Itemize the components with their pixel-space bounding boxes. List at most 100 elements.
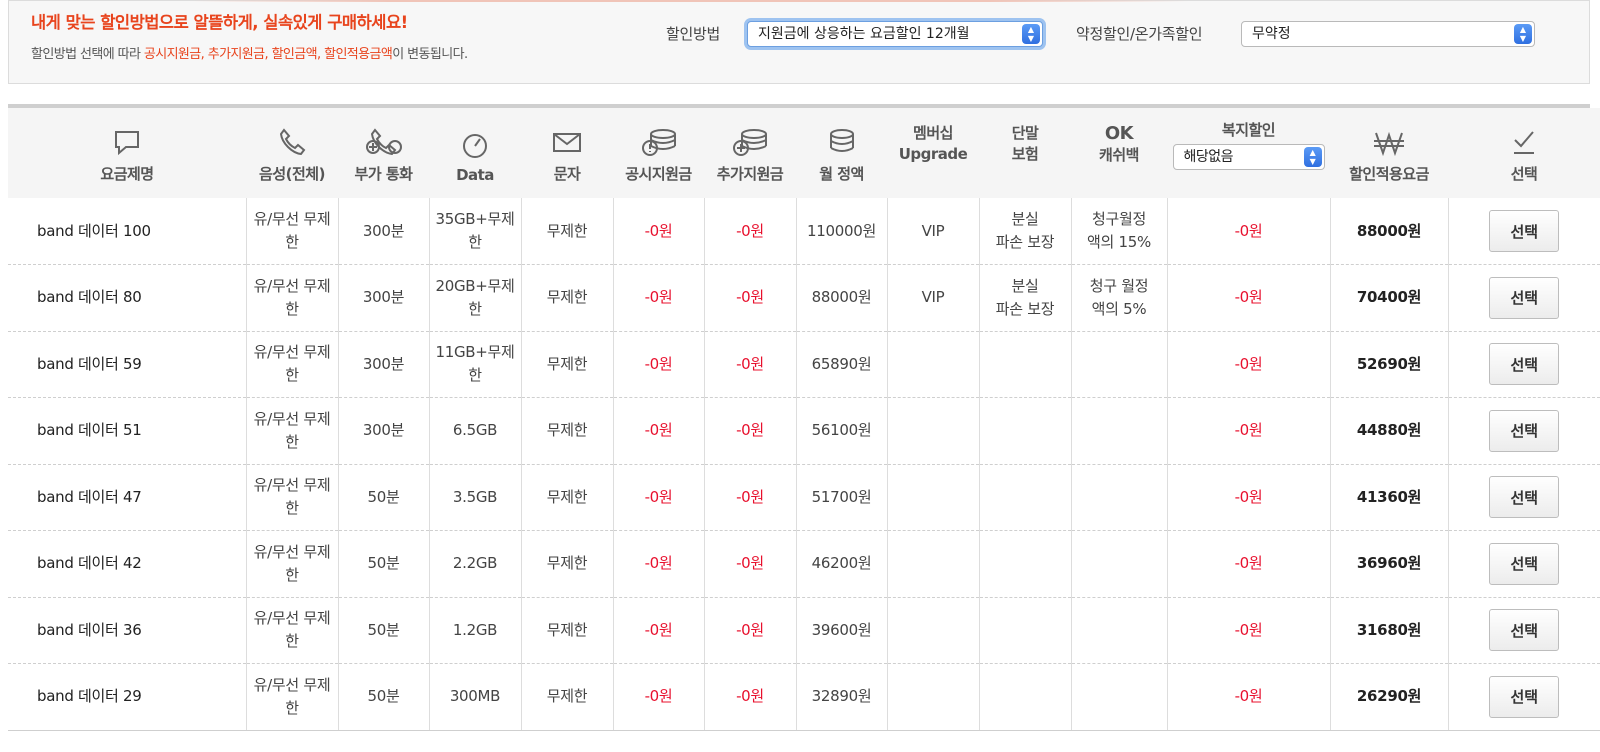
data-cell-text: 3.5GB bbox=[452, 487, 498, 506]
voice-cell: 유/무선 무제한 bbox=[245, 663, 338, 731]
voice-cell-text: 유/무선 무제한 bbox=[253, 476, 331, 518]
subline-prefix: 할인방법 선택에 따라 bbox=[31, 47, 144, 62]
welfare-discount-cell-text: -0원 bbox=[1234, 554, 1263, 573]
insurance-cell bbox=[978, 464, 1071, 531]
data-cell: 6.5GB bbox=[428, 397, 521, 465]
data-cell-text: 300MB bbox=[449, 687, 501, 706]
select-arrows-icon: ▲ ▼ bbox=[1514, 24, 1532, 44]
insurance-cell bbox=[978, 331, 1071, 398]
public-subsidy-cell: -0원 bbox=[612, 464, 704, 531]
extra-call-cell: 300분 bbox=[337, 264, 429, 332]
extra-call-cell-text: 50분 bbox=[367, 487, 400, 506]
select-plan-button[interactable]: 선택 bbox=[1489, 276, 1560, 319]
welfare-discount-cell: -0원 bbox=[1166, 264, 1330, 332]
plan-name-cell: band 데이터 29 bbox=[8, 663, 246, 731]
sms-cell-text: 무제한 bbox=[546, 687, 588, 706]
sms-cell-text: 무제한 bbox=[546, 221, 588, 240]
insurance-cell: 분실 파손 보장 bbox=[978, 264, 1071, 332]
sms-cell: 무제한 bbox=[520, 331, 613, 398]
voice-cell: 유/무선 무제한 bbox=[245, 464, 338, 531]
insurance-cell bbox=[978, 597, 1071, 664]
public-subsidy-cell: -0원 bbox=[612, 331, 704, 398]
contract-discount-select[interactable]: 무약정 ▲ ▼ bbox=[1241, 21, 1535, 47]
col-sms: 문자 bbox=[521, 108, 613, 198]
col-select-label: 선택 bbox=[1510, 165, 1538, 183]
envelope-icon bbox=[521, 127, 613, 157]
extra-call-cell-text: 50분 bbox=[367, 687, 400, 706]
public-subsidy-cell-text: -0원 bbox=[644, 421, 673, 440]
membership-cell: VIP bbox=[886, 198, 979, 265]
sms-cell-text: 무제한 bbox=[546, 620, 588, 639]
membership-line2: Upgrade bbox=[898, 145, 968, 163]
plan-name-cell-text: band 데이터 51 bbox=[37, 421, 142, 440]
discount-method-select[interactable]: 지원금에 상응하는 요금할인 12개월 ▲ ▼ bbox=[747, 21, 1043, 47]
data-cell-text: 2.2GB bbox=[452, 554, 498, 573]
data-cell: 20GB+무제한 bbox=[428, 264, 521, 332]
final-price-cell-text: 26290원 bbox=[1356, 687, 1422, 706]
contract-discount-label: 약정할인/온가족할인 bbox=[1076, 25, 1203, 43]
col-public-subsidy-label: 공시지원금 bbox=[625, 165, 692, 183]
monthly-fee-cell: 88000원 bbox=[795, 264, 887, 332]
data-cell: 300MB bbox=[428, 663, 521, 731]
col-data-label: Data bbox=[456, 166, 494, 184]
col-insurance: 단말 보험 bbox=[979, 108, 1071, 198]
select-plan-button[interactable]: 선택 bbox=[1489, 542, 1560, 585]
sms-cell-text: 무제한 bbox=[546, 554, 588, 573]
checkmark-icon bbox=[1448, 127, 1600, 157]
banner-subline: 할인방법 선택에 따라 공시지원금, 추가지원금, 할인금액, 할인적용금액이 … bbox=[31, 43, 468, 62]
extra-call-cell-text: 300분 bbox=[362, 221, 405, 240]
data-cell: 11GB+무제한 bbox=[428, 331, 521, 398]
col-monthly-fee-label: 월 정액 bbox=[819, 165, 864, 183]
voice-cell: 유/무선 무제한 bbox=[245, 198, 338, 265]
table-row: band 데이터 42 유/무선 무제한 50분 2.2GB 무제한 -0원 -0원 4620… bbox=[8, 530, 1600, 598]
table-header-row: 요금제명 음성(전체) 부가 통화 Data 문자 공시지원금 추가지원금 월 … bbox=[8, 108, 1600, 198]
monthly-fee-cell-text: 39600원 bbox=[811, 620, 872, 639]
sms-cell: 무제한 bbox=[520, 198, 613, 265]
extra-subsidy-cell-text: -0원 bbox=[736, 221, 764, 240]
select-plan-button[interactable]: 선택 bbox=[1489, 343, 1560, 386]
select-plan-button[interactable]: 선택 bbox=[1489, 210, 1560, 252]
coins-plus-icon bbox=[704, 127, 796, 157]
membership-cell-text: VIP bbox=[921, 288, 945, 307]
monthly-fee-cell: 46200원 bbox=[795, 530, 887, 598]
extra-call-cell-text: 300분 bbox=[362, 421, 405, 440]
public-subsidy-cell: -0원 bbox=[612, 597, 704, 664]
final-price-cell: 70400원 bbox=[1329, 264, 1448, 332]
voice-cell: 유/무선 무제한 bbox=[245, 331, 338, 398]
select-plan-button[interactable]: 선택 bbox=[1489, 409, 1560, 452]
plan-name-cell: band 데이터 51 bbox=[8, 397, 246, 465]
plan-name-cell-text: band 데이터 29 bbox=[37, 687, 142, 706]
welfare-discount-cell-text: -0원 bbox=[1234, 620, 1263, 639]
col-monthly-fee: 월 정액 bbox=[796, 108, 887, 198]
membership-cell bbox=[886, 663, 979, 731]
ok-line2: 캐쉬백 bbox=[1099, 145, 1139, 164]
voice-cell: 유/무선 무제한 bbox=[245, 597, 338, 664]
welfare-discount-select[interactable]: 해당없음 ▲ ▼ bbox=[1172, 143, 1325, 170]
sms-cell: 무제한 bbox=[520, 264, 613, 332]
select-plan-button[interactable]: 선택 bbox=[1489, 675, 1560, 718]
select-plan-button[interactable]: 선택 bbox=[1489, 609, 1560, 652]
extra-subsidy-cell-text: -0원 bbox=[736, 421, 764, 440]
monthly-fee-cell: 65890원 bbox=[795, 331, 887, 398]
extra-subsidy-cell-text: -0원 bbox=[736, 487, 764, 506]
welfare-discount-cell: -0원 bbox=[1166, 530, 1330, 598]
extra-subsidy-cell: -0원 bbox=[703, 663, 796, 731]
select-plan-button[interactable]: 선택 bbox=[1489, 476, 1560, 519]
final-price-cell-text: 36960원 bbox=[1356, 554, 1422, 573]
extra-subsidy-cell: -0원 bbox=[703, 530, 796, 598]
welfare-discount-cell-text: -0원 bbox=[1234, 221, 1263, 240]
plan-name-cell: band 데이터 42 bbox=[8, 530, 246, 598]
ok-cashbag-cell bbox=[1070, 597, 1167, 664]
membership-cell bbox=[886, 464, 979, 531]
monthly-fee-cell: 51700원 bbox=[795, 464, 887, 531]
monthly-fee-cell: 32890원 bbox=[795, 663, 887, 731]
extra-subsidy-cell: -0원 bbox=[703, 198, 796, 265]
subline-highlight: 공시지원금, 추가지원금, 할인금액, 할인적용금액 bbox=[143, 47, 393, 62]
voice-cell: 유/무선 무제한 bbox=[245, 397, 338, 465]
table-row: band 데이터 59 유/무선 무제한 300분 11GB+무제한 무제한 -0원 -0원… bbox=[8, 331, 1600, 398]
voice-cell-text: 유/무선 무제한 bbox=[253, 210, 331, 251]
extra-subsidy-cell: -0원 bbox=[703, 264, 796, 332]
public-subsidy-cell-text: -0원 bbox=[644, 620, 673, 639]
col-welfare: 복지할인 해당없음 ▲ ▼ bbox=[1167, 108, 1330, 198]
welfare-discount-cell-text: -0원 bbox=[1234, 687, 1263, 706]
